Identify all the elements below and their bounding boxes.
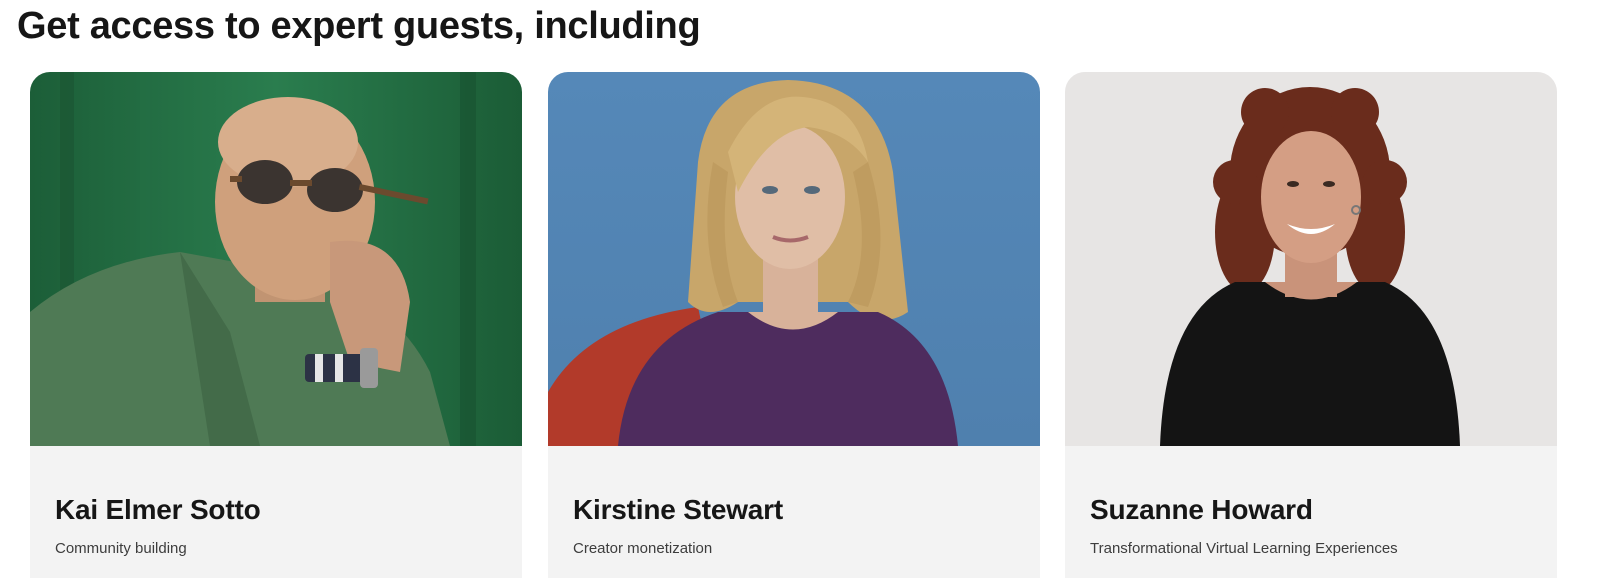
portrait-woman-blonde-icon [548,72,1040,446]
guest-topic: Transformational Virtual Learning Experi… [1090,540,1398,557]
guest-card[interactable]: Kai Elmer Sotto Community building [30,72,522,578]
guest-photo [548,72,1040,446]
guest-name: Suzanne Howard [1090,494,1313,525]
guest-name: Kirstine Stewart [573,494,783,525]
portrait-man-sunglasses-icon [30,72,522,446]
portrait-woman-curly-hair-icon [1065,72,1557,446]
guest-card[interactable]: Suzanne Howard Transformational Virtual … [1065,72,1557,578]
guest-photo [1065,72,1557,446]
guest-card-list: Kai Elmer Sotto Community building Kirst… [0,0,1600,578]
guest-photo [30,72,522,446]
guest-name: Kai Elmer Sotto [55,494,261,525]
guest-card[interactable]: Kirstine Stewart Creator monetization [548,72,1040,578]
guest-topic: Community building [55,540,187,557]
guest-topic: Creator monetization [573,540,713,557]
